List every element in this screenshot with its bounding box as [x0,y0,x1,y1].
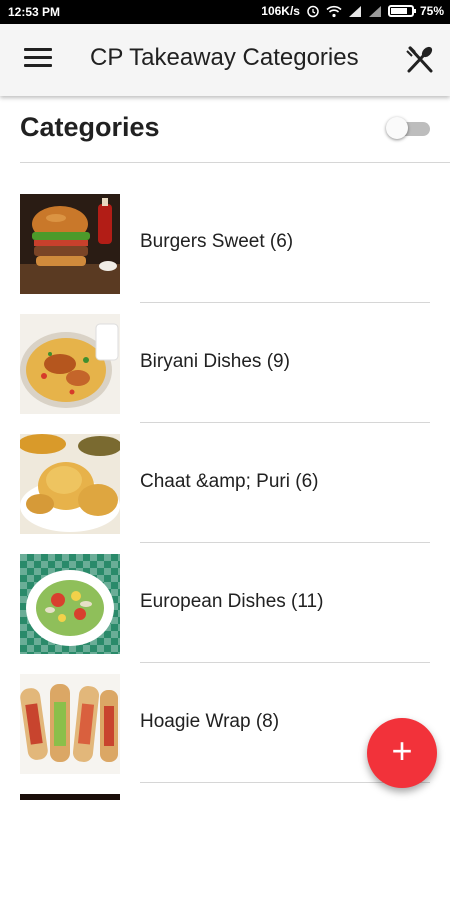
network-speed: 106K/s [261,4,300,18]
category-label: Biryani Dishes (9) [140,351,290,372]
chaat-puri-image [20,434,120,534]
category-item-european[interactable]: European Dishes (11) [0,554,450,674]
toggle-thumb [386,117,408,139]
category-label: Burgers Sweet (6) [140,231,294,252]
wifi-icon [326,5,342,18]
app-bar: CP Takeaway Categories [0,24,450,96]
header-divider [20,162,450,163]
signal-icon [368,5,382,18]
category-label: European Dishes (11) [140,591,324,612]
app-title: CP Takeaway Categories [90,44,359,71]
list-divider [140,422,430,423]
view-toggle[interactable] [386,117,430,139]
salad-image [20,554,120,654]
category-item-chaat-puri[interactable]: Chaat &amp; Puri (6) [0,434,450,554]
category-item-partial[interactable] [0,794,450,914]
category-item-biryani[interactable]: Biryani Dishes (9) [0,314,450,434]
list-divider [140,662,430,663]
menu-icon[interactable] [24,48,52,72]
list-divider [140,542,430,543]
battery-percent: 75% [419,4,444,18]
hoagie-image [20,674,120,774]
category-label: Chaat &amp; Puri (6) [140,471,319,492]
burger-image [20,194,120,294]
plus-icon: + [391,730,413,771]
add-button[interactable]: + [367,718,437,788]
partial-image [20,794,120,800]
battery-icon [387,5,416,17]
category-item-burgers[interactable]: Burgers Sweet (6) [0,194,450,314]
page-title: Categories [20,112,160,142]
category-list: Burgers Sweet (6) Biryani Dishes (9) Cha… [0,194,450,914]
signal-icon [348,5,362,18]
alarm-icon [306,4,320,18]
cutlery-icon[interactable] [404,44,436,76]
status-icons: 106K/s 75% [261,4,444,18]
category-label: Hoagie Wrap (8) [140,711,280,732]
list-divider [140,302,430,303]
biryani-image [20,314,120,414]
status-time: 12:53 PM [8,5,61,19]
status-bar: 12:53 PM 106K/s 75% [0,0,450,24]
